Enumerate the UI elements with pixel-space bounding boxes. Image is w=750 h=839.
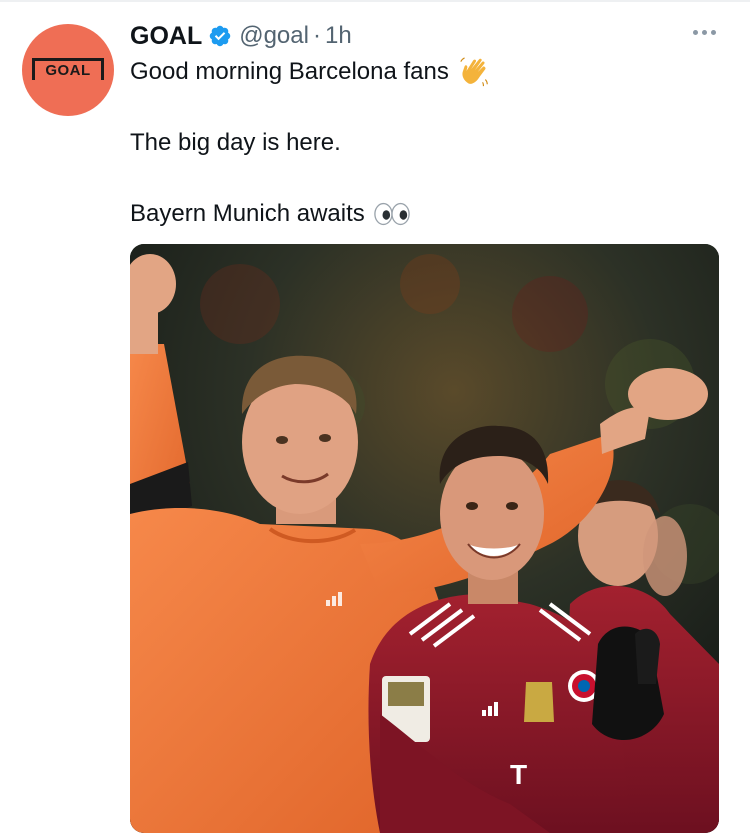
- avatar-logo-text: GOAL: [45, 62, 91, 79]
- tweet-text-line-2: The big day is here.: [130, 126, 341, 160]
- tweet-text: Good morning Barcelona fans: [130, 58, 449, 85]
- goal-logo: GOAL: [32, 58, 104, 80]
- more-options-icon[interactable]: [693, 30, 716, 35]
- tweet-text: The big day is here.: [130, 129, 341, 156]
- avatar[interactable]: GOAL: [22, 24, 114, 116]
- tweet-text-line-3: Bayern Munich awaits: [130, 197, 411, 231]
- photo-players-celebrating: T: [130, 244, 719, 833]
- author-name[interactable]: GOAL: [130, 22, 202, 51]
- separator-dot: ·: [312, 22, 321, 49]
- verified-badge-icon: [209, 25, 231, 47]
- waving-hand-icon: [460, 57, 488, 87]
- author-handle[interactable]: @goal: [239, 22, 309, 50]
- tweet-photo[interactable]: T: [130, 244, 719, 833]
- shirt-sponsor-text: T: [510, 759, 527, 790]
- tweet-timestamp[interactable]: 1h: [325, 22, 352, 50]
- tweet-text: Bayern Munich awaits: [130, 200, 365, 227]
- tweet-header: GOAL @goal · 1h: [130, 18, 352, 54]
- tweet-text-line-1: Good morning Barcelona fans: [130, 55, 491, 89]
- eyes-icon: [374, 202, 410, 226]
- top-divider: [0, 0, 750, 2]
